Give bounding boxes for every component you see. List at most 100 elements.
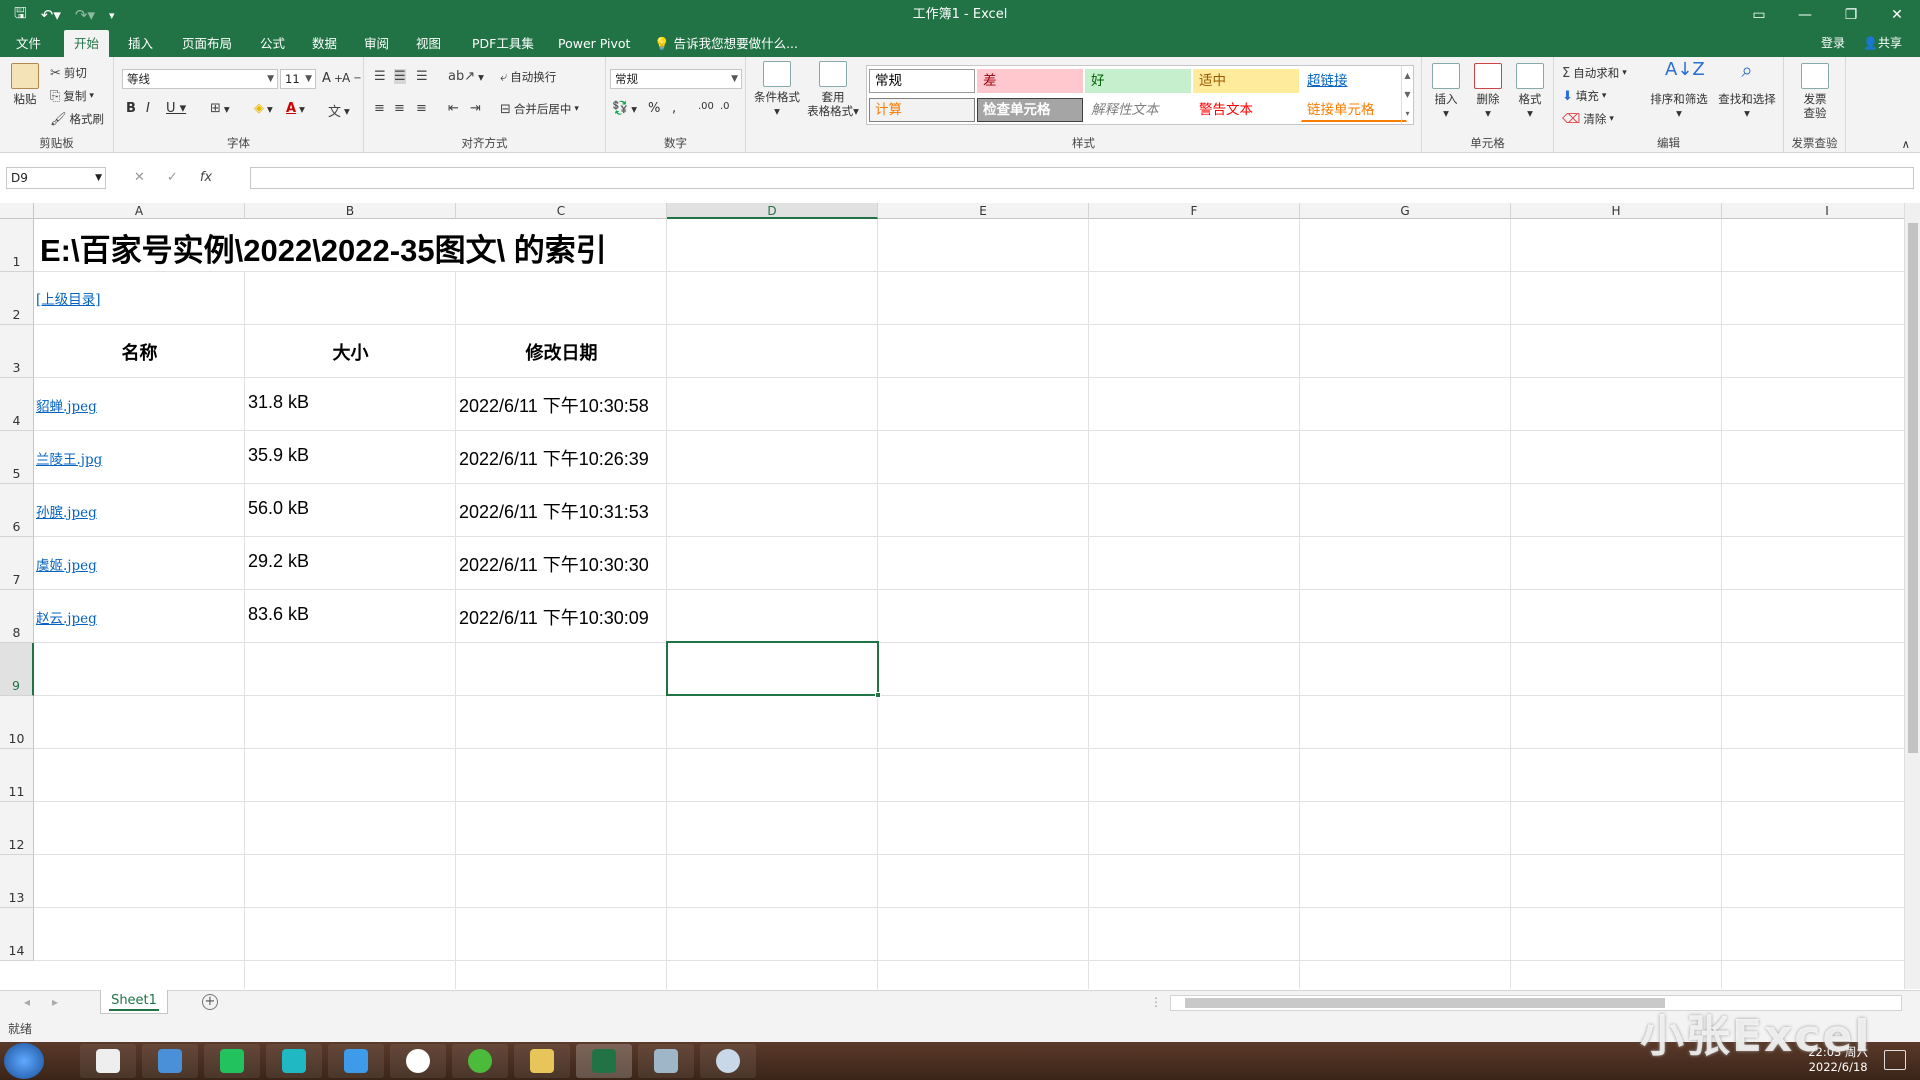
tell-me-search[interactable]: 💡 告诉我您想要做什么... — [644, 30, 808, 57]
cell-style-swatch[interactable]: 解释性文本 — [1085, 98, 1191, 122]
row-header[interactable]: 5 — [0, 431, 34, 484]
file-size[interactable]: 31.8 kB — [248, 392, 309, 413]
orientation-button[interactable]: ab↗ ▾ — [448, 69, 484, 84]
number-format-combo[interactable]: 常规 ▼ — [610, 69, 742, 89]
taskbar-app-2[interactable] — [142, 1044, 198, 1078]
selected-cell-cursor[interactable] — [666, 641, 881, 698]
align-center-button[interactable]: ≡ — [394, 101, 405, 116]
merge-center-button[interactable]: ⊟ 合并后居中 ▾ — [500, 101, 579, 117]
cell-style-swatch[interactable]: 检查单元格 — [977, 98, 1083, 122]
cell-style-swatch[interactable]: 超链接 — [1301, 69, 1407, 93]
cut-button[interactable]: ✂ 剪切 — [50, 65, 87, 81]
column-header[interactable]: G — [1300, 203, 1511, 219]
column-header[interactable]: F — [1089, 203, 1300, 219]
add-sheet-button[interactable]: + — [202, 994, 218, 1010]
insert-function-icon[interactable]: fx — [200, 167, 212, 189]
clear-button[interactable]: ⌫ 清除 ▾ — [1562, 111, 1614, 127]
tab-file[interactable]: 文件 — [6, 30, 51, 57]
file-modified[interactable]: 2022/6/11 下午10:26:39 — [459, 445, 649, 471]
decrease-indent-button[interactable]: ⇤ — [448, 101, 459, 116]
restore-button[interactable]: ❐ — [1828, 0, 1874, 30]
underline-button[interactable]: U ▾ — [166, 101, 186, 116]
increase-font-size-button[interactable]: A + — [322, 71, 343, 86]
copy-button[interactable]: ⎘ 复制 ▾ — [50, 88, 94, 104]
accounting-format-button[interactable]: 💱 ▾ — [612, 101, 637, 116]
conditional-formatting-button[interactable]: 条件格式 ▾ — [750, 61, 804, 118]
tab-data[interactable]: 数据 — [302, 30, 347, 57]
start-button[interactable] — [4, 1043, 44, 1079]
row-header[interactable]: 7 — [0, 537, 34, 590]
top-align-button[interactable]: ☰ — [374, 69, 386, 84]
row-header[interactable]: 10 — [0, 696, 34, 749]
cell-style-swatch[interactable]: 适中 — [1193, 69, 1299, 93]
gallery-scroll[interactable]: ▲ ▼ ▾ — [1401, 66, 1413, 124]
delete-cells-button[interactable]: 删除 ▾ — [1468, 63, 1508, 120]
borders-button[interactable]: ⊞ ▾ — [210, 101, 230, 116]
taskbar-app-4[interactable] — [266, 1044, 322, 1078]
column-header[interactable]: D — [667, 203, 878, 219]
notifications-icon[interactable] — [1884, 1050, 1906, 1070]
tab-insert[interactable]: 插入 — [118, 30, 163, 57]
cell-style-swatch[interactable]: 常规 — [869, 69, 975, 93]
prev-sheet-icon[interactable]: ◂ — [24, 995, 30, 1009]
row-header[interactable]: 6 — [0, 484, 34, 537]
file-modified[interactable]: 2022/6/11 下午10:30:58 — [459, 392, 649, 418]
tab-split-handle[interactable]: ⋮ — [1150, 995, 1162, 1009]
phonetic-button[interactable]: 文 ▾ — [328, 101, 350, 121]
tab-pdf-tools[interactable]: PDF工具集 — [462, 30, 544, 57]
formula-input[interactable] — [250, 167, 1914, 189]
file-link[interactable]: 孙膑.jpeg — [36, 501, 97, 521]
parent-directory-link[interactable]: [上级目录] — [36, 288, 101, 308]
italic-button[interactable]: I — [146, 101, 150, 116]
increase-indent-button[interactable]: ⇥ — [470, 101, 481, 116]
increase-decimal-button[interactable]: .00 — [698, 101, 714, 112]
font-name-combo[interactable]: 等线 ▼ — [122, 69, 278, 89]
sheet-tab[interactable]: Sheet1 — [100, 990, 168, 1014]
row-header[interactable]: 2 — [0, 272, 34, 325]
tab-power-pivot[interactable]: Power Pivot — [548, 30, 640, 57]
login-link[interactable]: 登录 — [1821, 30, 1845, 57]
file-size[interactable]: 35.9 kB — [248, 445, 309, 466]
align-right-button[interactable]: ≡ — [416, 101, 427, 116]
tab-view[interactable]: 视图 — [406, 30, 451, 57]
bold-button[interactable]: B — [126, 101, 136, 116]
insert-cells-button[interactable]: 插入 ▾ — [1426, 63, 1466, 120]
row-header[interactable]: 8 — [0, 590, 34, 643]
wrap-text-button[interactable]: ⤶ 自动换行 — [500, 69, 556, 85]
autosum-button[interactable]: Σ 自动求和 ▾ — [1562, 65, 1627, 81]
taskbar-app-1[interactable] — [80, 1044, 136, 1078]
font-color-button[interactable]: A ▾ — [286, 101, 305, 116]
format-painter-button[interactable]: 🖌 格式刷 — [50, 111, 104, 127]
header-size[interactable]: 大小 — [245, 339, 456, 365]
file-link[interactable]: 虞姬.jpeg — [36, 554, 97, 574]
file-modified[interactable]: 2022/6/11 下午10:31:53 — [459, 498, 649, 524]
index-title[interactable]: E:\百家号实例\2022\2022-35图文\ 的索引 — [40, 225, 607, 270]
worksheet-grid[interactable]: A B C D E F G H I 1 2 3 4 5 6 7 8 9 10 11 12 13 14 E:\百家号实例\20… — [0, 203, 1920, 989]
header-name[interactable]: 名称 — [34, 339, 245, 365]
file-link[interactable]: 貂蝉.jpeg — [36, 395, 97, 415]
column-header[interactable]: E — [878, 203, 1089, 219]
row-header[interactable]: 12 — [0, 802, 34, 855]
cell-style-swatch[interactable]: 好 — [1085, 69, 1191, 93]
fill-color-button[interactable]: ◈ ▾ — [254, 101, 273, 116]
cell-style-swatch[interactable]: 警告文本 — [1193, 98, 1299, 122]
cell-style-swatch[interactable]: 差 — [977, 69, 1083, 93]
row-header[interactable]: 14 — [0, 908, 34, 961]
tab-home[interactable]: 开始 — [64, 30, 110, 57]
vertical-scroll-thumb[interactable] — [1908, 223, 1918, 753]
taskbar-app-10[interactable] — [638, 1044, 694, 1078]
column-header[interactable]: C — [456, 203, 667, 219]
column-header[interactable]: B — [245, 203, 456, 219]
file-size[interactable]: 83.6 kB — [248, 604, 309, 625]
taskbar-excel[interactable] — [576, 1044, 632, 1078]
decrease-decimal-button[interactable]: .0 — [720, 101, 730, 112]
file-link[interactable]: 兰陵王.jpg — [36, 448, 102, 468]
ribbon-display-options-icon[interactable]: ▭ — [1736, 0, 1782, 30]
format-as-table-button[interactable]: 套用 表格格式▾ — [806, 61, 860, 118]
bottom-align-button[interactable]: ☰ — [416, 69, 428, 84]
font-size-combo[interactable]: 11 ▼ — [280, 69, 316, 89]
fill-button[interactable]: ⬇ 填充 ▾ — [1562, 88, 1606, 104]
next-sheet-icon[interactable]: ▸ — [52, 995, 58, 1009]
file-size[interactable]: 56.0 kB — [248, 498, 309, 519]
file-modified[interactable]: 2022/6/11 下午10:30:09 — [459, 604, 649, 630]
